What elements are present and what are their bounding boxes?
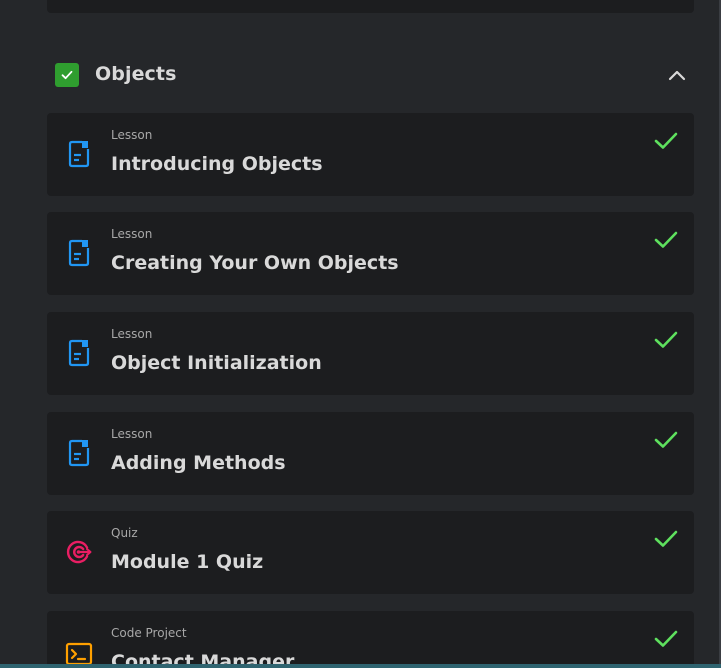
completed-check-icon: [654, 132, 678, 149]
module-complete-checkbox: [55, 63, 79, 87]
module-title: Objects: [95, 63, 177, 85]
completed-check-icon: [654, 431, 678, 448]
module-header[interactable]: Objects: [47, 58, 694, 92]
item-title: Adding Methods: [111, 452, 286, 474]
completed-check-icon: [654, 331, 678, 348]
item-title: Object Initialization: [111, 352, 322, 374]
completed-check-icon: [654, 530, 678, 547]
lesson-document-icon: [65, 238, 93, 268]
item-title: Module 1 Quiz: [111, 551, 264, 573]
bottom-status-bar: [0, 664, 721, 668]
course-outline: Objects Lesson Introducing Objects Lesso…: [0, 0, 721, 668]
lesson-document-icon: [65, 438, 93, 468]
collapse-button[interactable]: [666, 64, 688, 86]
item-title: Creating Your Own Objects: [111, 252, 399, 274]
item-type-label: Code Project: [111, 626, 187, 640]
lesson-document-icon: [65, 139, 93, 169]
list-item-lesson[interactable]: Lesson Introducing Objects: [47, 113, 694, 196]
item-type-label: Lesson: [111, 227, 153, 241]
list-item-quiz[interactable]: Quiz Module 1 Quiz: [47, 511, 694, 594]
list-item-lesson[interactable]: Lesson Creating Your Own Objects: [47, 212, 694, 295]
completed-check-icon: [654, 231, 678, 248]
previous-module-card: [47, 0, 694, 13]
list-item-lesson[interactable]: Lesson Adding Methods: [47, 412, 694, 495]
item-type-label: Lesson: [111, 427, 153, 441]
item-title: Introducing Objects: [111, 153, 323, 175]
lesson-document-icon: [65, 338, 93, 368]
item-type-label: Quiz: [111, 526, 138, 540]
item-type-label: Lesson: [111, 128, 153, 142]
item-type-label: Lesson: [111, 327, 153, 341]
chevron-up-icon: [668, 70, 686, 81]
list-item-code-project[interactable]: Code Project Contact Manager: [47, 611, 694, 668]
list-item-lesson[interactable]: Lesson Object Initialization: [47, 312, 694, 395]
check-icon: [61, 70, 73, 80]
quiz-target-icon: [65, 537, 93, 567]
completed-check-icon: [654, 630, 678, 647]
